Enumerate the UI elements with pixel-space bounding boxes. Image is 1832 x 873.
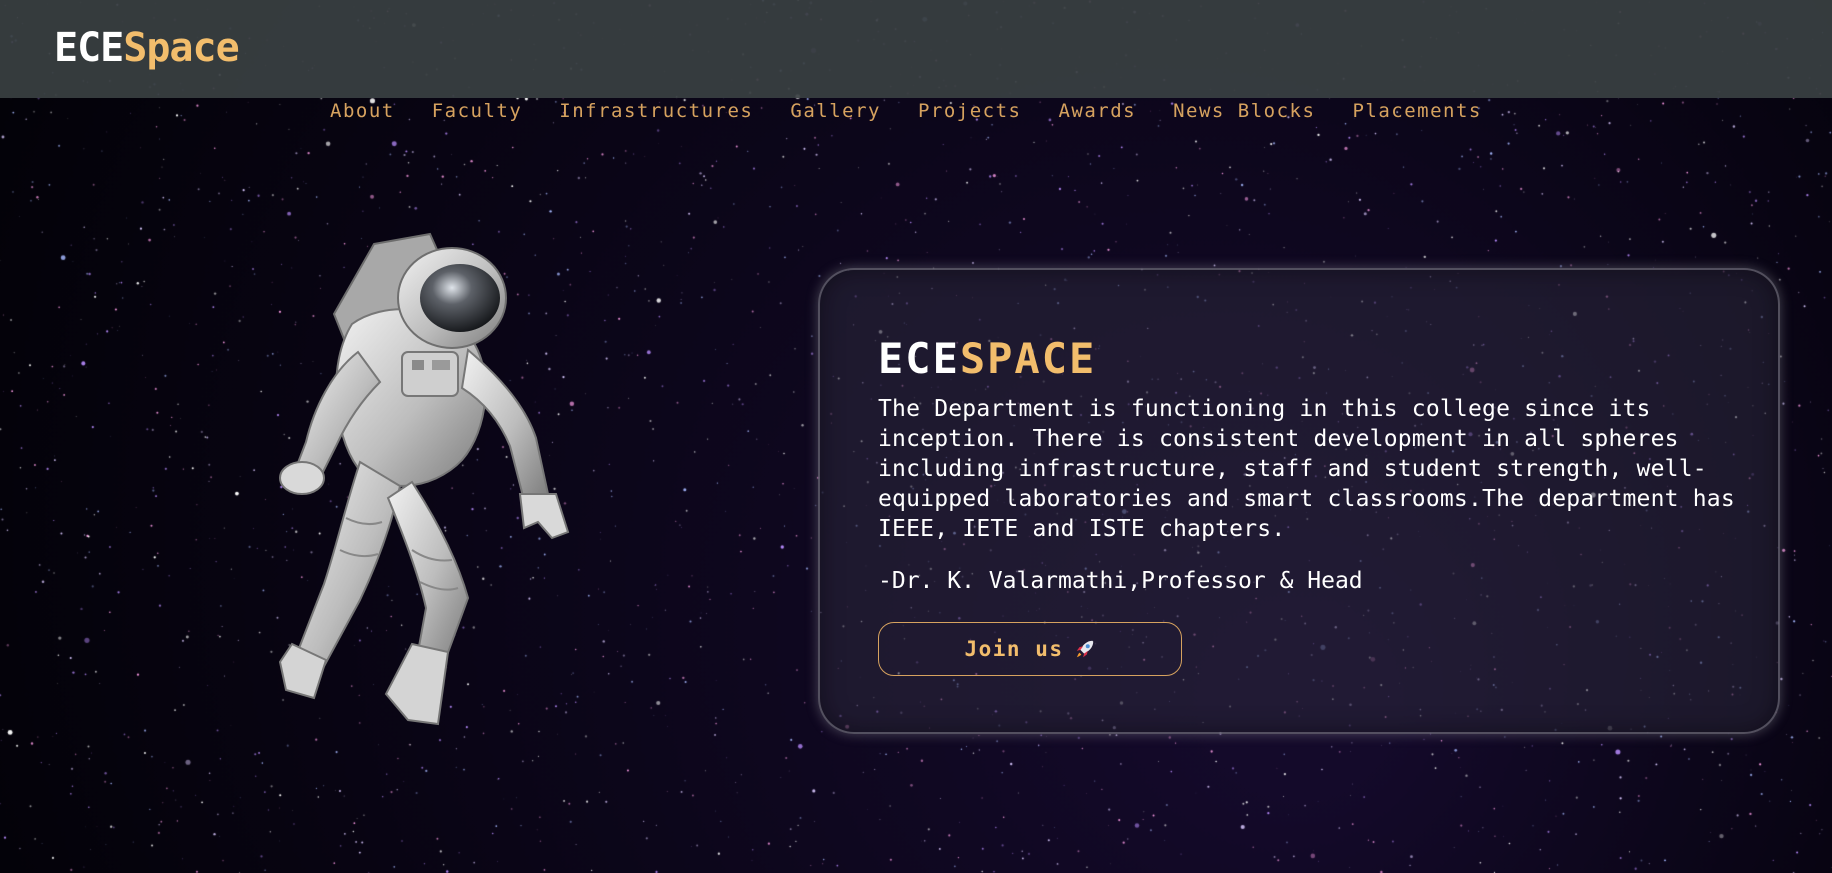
nav-link-about[interactable]: About — [330, 98, 395, 126]
nav-link-news-blocks[interactable]: News Blocks — [1173, 98, 1315, 126]
nav-link-gallery[interactable]: Gallery — [790, 98, 881, 126]
card-title-suffix: SPACE — [959, 334, 1097, 383]
astronaut-illustration — [278, 232, 570, 726]
quote-author: -Dr. K. Valarmathi,Professor & Head — [878, 568, 1363, 594]
nav-link-infrastructures[interactable]: Infrastructures — [559, 98, 753, 126]
nav-link-awards[interactable]: Awards — [1058, 98, 1136, 126]
nav-link-projects[interactable]: Projects — [918, 98, 1022, 126]
intro-card: ECESPACE The Department is functioning i… — [818, 268, 1780, 734]
card-title-prefix: ECE — [878, 334, 960, 383]
site-logo[interactable]: ECESpace — [54, 24, 240, 72]
department-description: The Department is functioning in this co… — [878, 396, 1735, 542]
card-title: ECESPACE — [878, 334, 1096, 384]
nav-link-placements[interactable]: Placements — [1352, 98, 1481, 126]
site-header: ECESpace — [0, 0, 1832, 98]
join-us-label: Join us — [964, 637, 1064, 661]
nav-link-faculty[interactable]: Faculty — [432, 98, 523, 126]
logo-suffix: Space — [123, 25, 239, 71]
main-nav: About Faculty Infrastructures Gallery Pr… — [330, 98, 1519, 126]
logo-prefix: ECE — [54, 25, 124, 71]
rocket-icon — [1076, 640, 1093, 658]
join-us-button[interactable]: Join us — [878, 622, 1182, 676]
